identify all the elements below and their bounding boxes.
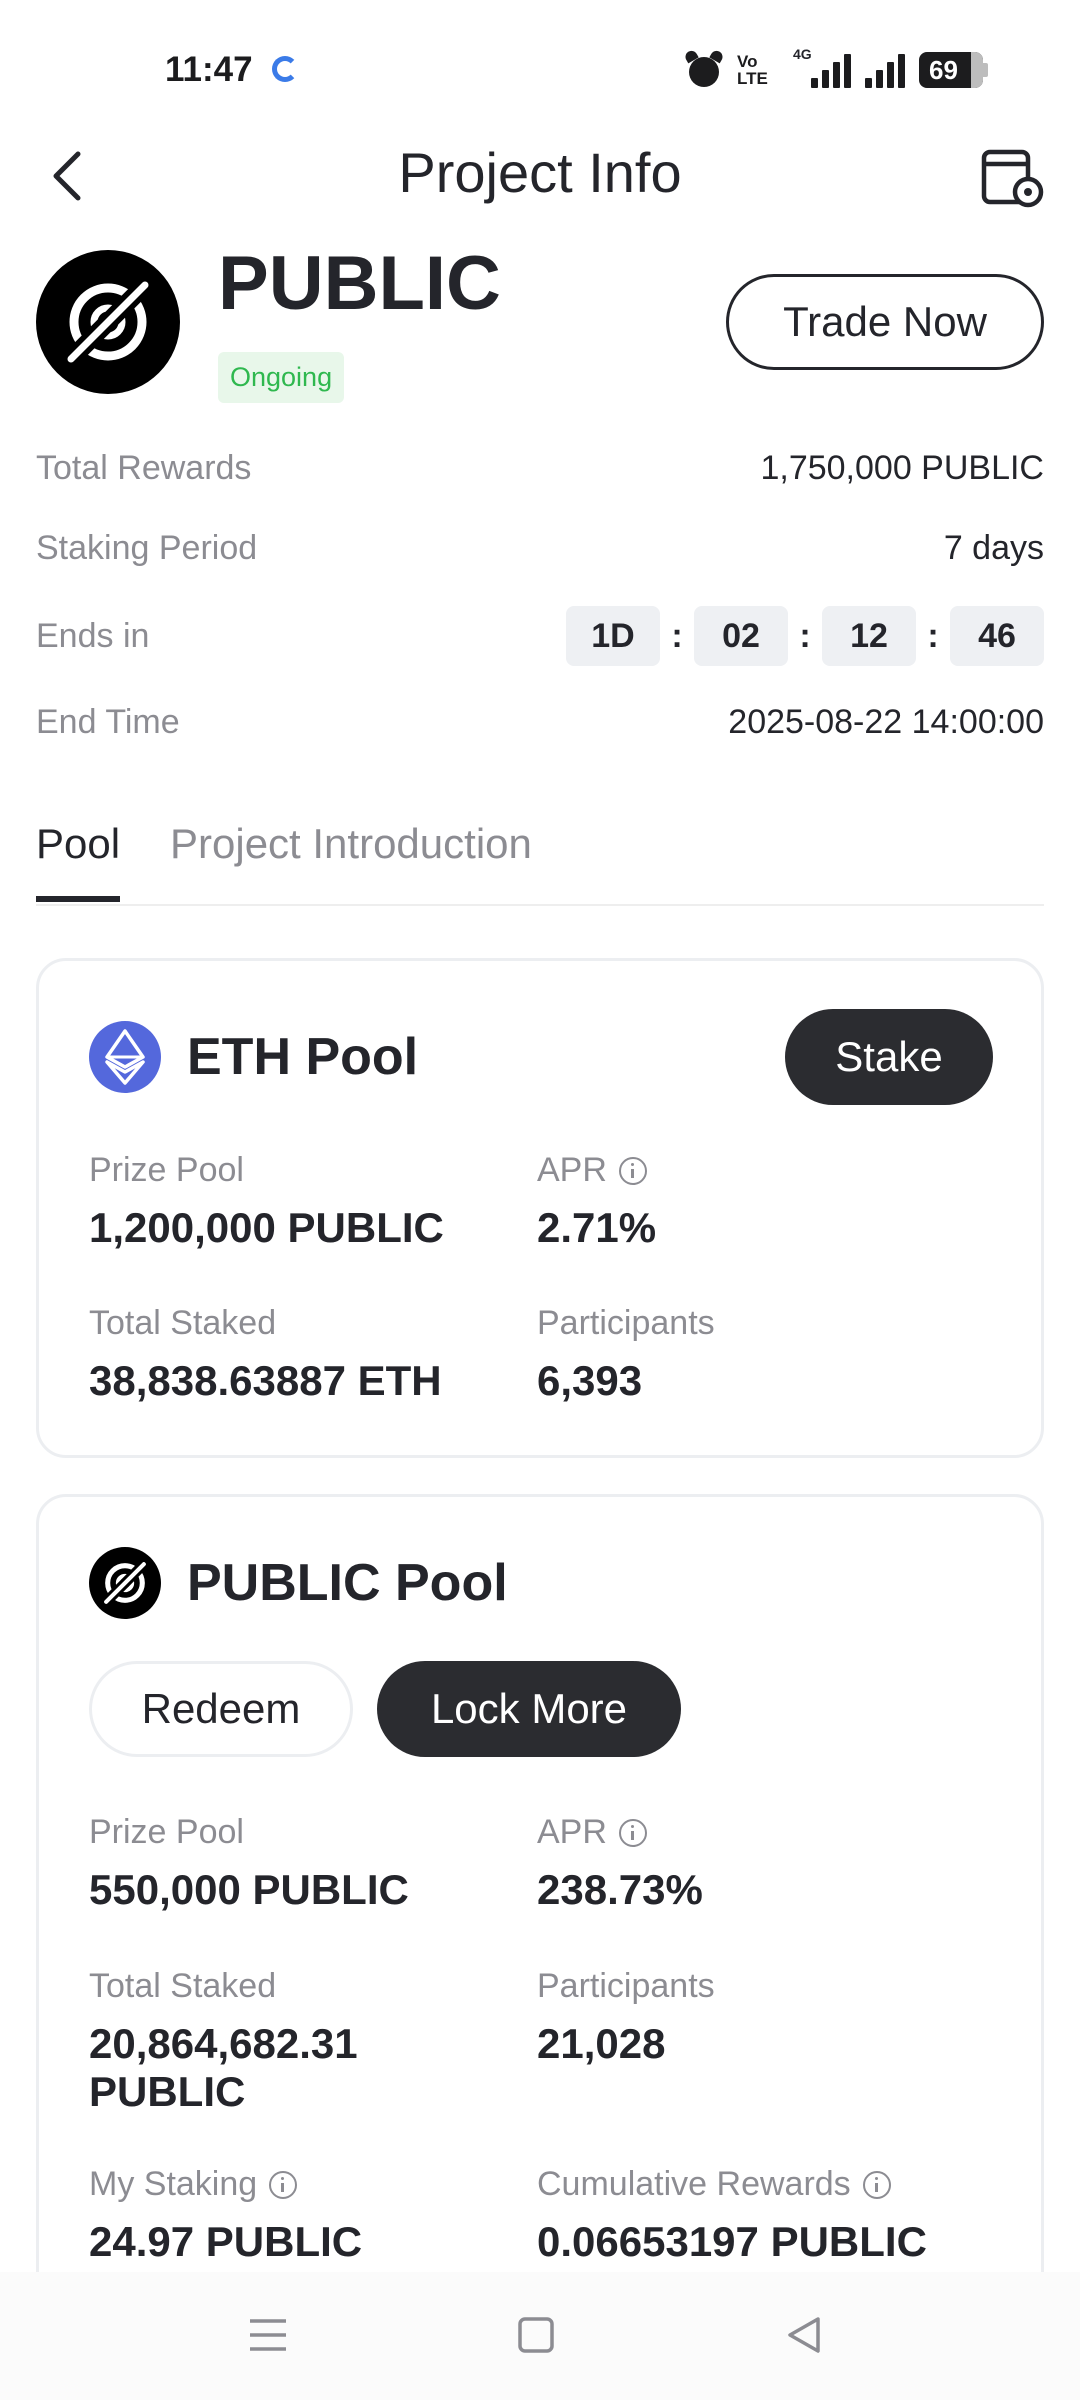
participants-label: Participants	[537, 1304, 715, 1342]
my-staking-stat: My Staking 24.97 PUBLIC	[89, 2165, 362, 2266]
prize-pool-stat: Prize Pool 550,000 PUBLIC	[89, 1813, 409, 1914]
end-time-value: 2025-08-22 14:00:00	[728, 702, 1044, 741]
project-name: PUBLIC	[218, 241, 501, 326]
system-navigation-bar	[0, 2272, 1080, 2400]
cumulative-rewards-label: Cumulative Rewards	[537, 2165, 851, 2203]
pool-name: ETH Pool	[187, 1028, 419, 1086]
home-square-icon	[518, 2317, 554, 2353]
participants-stat: Participants 6,393	[537, 1304, 715, 1405]
lock-more-button[interactable]: Lock More	[377, 1661, 681, 1757]
home-button[interactable]	[506, 2310, 566, 2360]
public-pool-card: PUBLIC Pool Redeem Lock More Prize Pool …	[36, 1494, 1044, 2314]
info-icon[interactable]	[618, 1818, 647, 1847]
tab-project-introduction[interactable]: Project Introduction	[170, 820, 532, 868]
ethereum-icon	[89, 1021, 161, 1093]
settings-calendar-icon	[981, 149, 1044, 208]
apr-stat: APR 238.73%	[537, 1813, 703, 1914]
my-staking-label: My Staking	[89, 2165, 258, 2203]
tab-bar: Pool Project Introduction	[36, 810, 1044, 906]
apr-value: 238.73%	[537, 1866, 703, 1913]
end-time-row: End Time 2025-08-22 14:00:00	[36, 692, 1044, 752]
prize-pool-label: Prize Pool	[89, 1151, 244, 1189]
my-staking-value: 24.97 PUBLIC	[89, 2218, 363, 2265]
recents-button[interactable]	[238, 2310, 298, 2360]
participants-value: 21,028	[537, 2020, 666, 2067]
google-app-icon	[272, 56, 298, 82]
public-pool-header: PUBLIC Pool	[89, 1547, 508, 1619]
stake-button[interactable]: Stake	[785, 1009, 993, 1105]
back-nav-button[interactable]	[774, 2310, 834, 2360]
apr-label: APR	[537, 1813, 607, 1851]
ends-in-row: Ends in 1D : 02 : 12 : 46	[36, 606, 1044, 666]
page-title: Project Info	[398, 141, 682, 204]
total-staked-label: Total Staked	[89, 1967, 277, 2005]
apr-stat: APR 2.71%	[537, 1151, 656, 1252]
total-staked-stat: Total Staked 38,838.63887 ETH	[89, 1304, 442, 1405]
settings-button[interactable]	[980, 144, 1046, 210]
signal-4g-icon: 4G	[793, 46, 851, 88]
eth-pool-header: ETH Pool	[89, 1021, 418, 1093]
tab-pool-label: Pool	[36, 820, 121, 867]
countdown-days: 1D	[566, 606, 660, 666]
status-bar: 11:47 Vo LTE 4G 69	[0, 0, 1080, 140]
tab-pool[interactable]: Pool	[36, 820, 121, 902]
apr-value: 2.71%	[537, 1204, 657, 1251]
total-rewards-label: Total Rewards	[36, 448, 252, 487]
total-staked-value: 38,838.63887 ETH	[89, 1357, 442, 1404]
total-rewards-row: Total Rewards 1,750,000 PUBLIC	[36, 438, 1044, 498]
countdown-seconds: 46	[950, 606, 1044, 666]
staking-period-row: Staking Period 7 days	[36, 518, 1044, 578]
prize-pool-value: 1,200,000 PUBLIC	[89, 1204, 444, 1251]
participants-value: 6,393	[537, 1357, 643, 1404]
public-logo-icon	[64, 278, 152, 366]
prize-pool-value: 550,000 PUBLIC	[89, 1866, 409, 1913]
total-staked-value: 20,864,682.31 PUBLIC	[89, 2020, 358, 2115]
battery-level: 69	[929, 54, 958, 85]
volte-label: Vo LTE	[737, 52, 768, 88]
countdown-separator: :	[671, 616, 683, 655]
prize-pool-stat: Prize Pool 1,200,000 PUBLIC	[89, 1151, 444, 1252]
total-staked-label: Total Staked	[89, 1304, 277, 1342]
app-header: Project Info	[0, 130, 1080, 220]
end-time-label: End Time	[36, 702, 180, 741]
countdown-timer: 1D : 02 : 12 : 46	[566, 606, 1044, 666]
cumulative-rewards-stat: Cumulative Rewards 0.06653197 PUBLIC	[537, 2165, 927, 2266]
prize-pool-label: Prize Pool	[89, 1813, 244, 1851]
signal-label: 4G	[793, 46, 812, 62]
public-token-icon	[89, 1547, 161, 1619]
cumulative-rewards-value: 0.06653197 PUBLIC	[537, 2218, 927, 2265]
tab-intro-label: Project Introduction	[170, 820, 532, 867]
redeem-button[interactable]: Redeem	[89, 1661, 353, 1757]
battery-icon: 69	[919, 52, 988, 88]
signal-icon	[865, 52, 905, 88]
countdown-separator: :	[927, 616, 939, 655]
ends-in-label: Ends in	[36, 616, 150, 655]
info-icon[interactable]	[618, 1156, 647, 1185]
countdown-separator: :	[799, 616, 811, 655]
apr-label: APR	[537, 1151, 607, 1189]
trade-now-button[interactable]: Trade Now	[726, 274, 1044, 370]
menu-icon	[250, 2319, 286, 2351]
active-tab-indicator	[36, 896, 121, 902]
participants-label: Participants	[537, 1967, 715, 2005]
status-time: 11:47	[165, 50, 253, 89]
participants-stat: Participants 21,028	[537, 1967, 715, 2068]
info-icon[interactable]	[862, 2170, 891, 2199]
eth-pool-card: ETH Pool Stake Prize Pool 1,200,000 PUBL…	[36, 958, 1044, 1458]
total-rewards-value: 1,750,000 PUBLIC	[760, 448, 1044, 487]
status-badge: Ongoing	[218, 352, 345, 403]
alarm-icon	[683, 48, 725, 89]
staking-period-label: Staking Period	[36, 528, 258, 567]
project-logo	[36, 250, 180, 394]
pool-name: PUBLIC Pool	[187, 1554, 508, 1612]
countdown-minutes: 12	[822, 606, 916, 666]
total-staked-stat: Total Staked 20,864,682.31 PUBLIC	[89, 1967, 509, 2116]
back-triangle-icon	[788, 2317, 820, 2353]
info-icon[interactable]	[269, 2170, 298, 2199]
staking-period-value: 7 days	[943, 528, 1044, 567]
status-indicators: Vo LTE 4G 69	[683, 46, 988, 92]
countdown-hours: 02	[694, 606, 788, 666]
